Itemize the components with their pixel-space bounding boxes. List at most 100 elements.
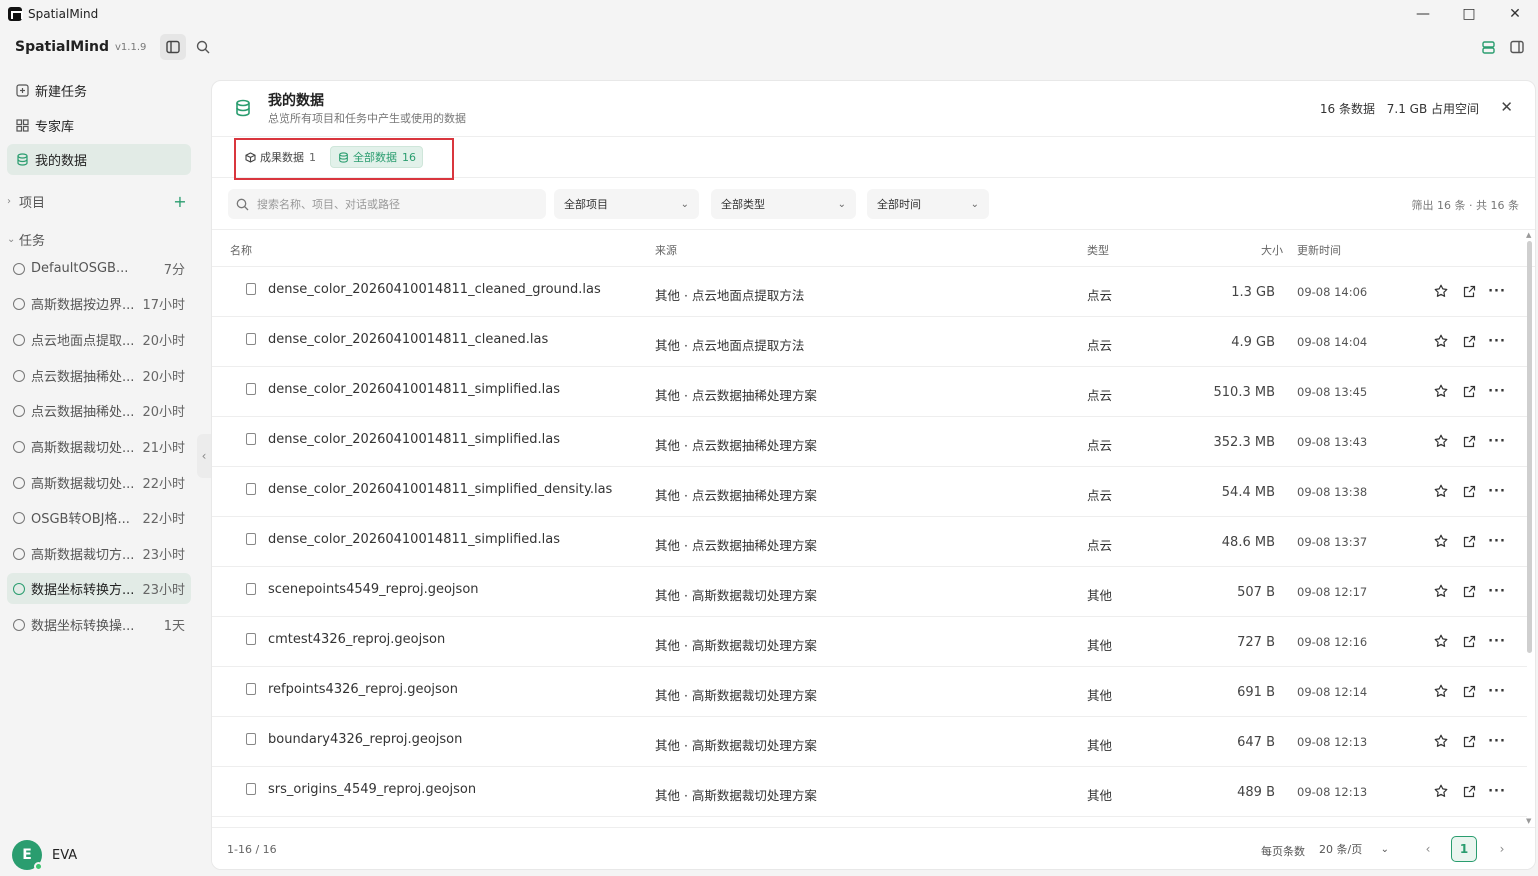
nav-my-data[interactable]: 我的数据 bbox=[7, 144, 191, 175]
open-external-icon[interactable] bbox=[1460, 632, 1478, 650]
table-row[interactable]: refpoints4326_reproj.geojson 其他 · 高斯数据裁切处… bbox=[212, 667, 1527, 717]
more-options-icon[interactable]: ··· bbox=[1488, 482, 1506, 500]
more-options-icon[interactable]: ··· bbox=[1488, 432, 1506, 450]
scroll-up-icon[interactable]: ▲ bbox=[1526, 231, 1531, 239]
table-row[interactable]: srs_origins_4549_reproj.geojson 其他 · 高斯数据… bbox=[212, 767, 1527, 817]
table-scrollbar[interactable]: ▲ ▼ bbox=[1526, 231, 1533, 825]
more-options-icon[interactable]: ··· bbox=[1488, 532, 1506, 550]
task-item[interactable]: 高斯数据裁切处... 22小时 bbox=[7, 467, 191, 498]
time-filter-select[interactable]: 全部时间 ⌄ bbox=[867, 189, 989, 219]
table-row[interactable]: cmtest4326_reproj.geojson 其他 · 高斯数据裁切处理方案… bbox=[212, 617, 1527, 667]
add-project-button[interactable]: + bbox=[171, 192, 189, 211]
next-page-button[interactable]: › bbox=[1489, 836, 1515, 862]
scrollbar-thumb[interactable] bbox=[1527, 241, 1532, 653]
star-icon[interactable] bbox=[1432, 382, 1450, 400]
section-label: 任务 bbox=[19, 233, 46, 249]
col-source[interactable]: 来源 bbox=[655, 242, 677, 258]
star-icon[interactable] bbox=[1432, 282, 1450, 300]
more-options-icon[interactable]: ··· bbox=[1488, 632, 1506, 650]
file-size: 54.4 MB bbox=[1221, 485, 1275, 500]
open-external-icon[interactable] bbox=[1460, 782, 1478, 800]
more-options-icon[interactable]: ··· bbox=[1488, 582, 1506, 600]
file-size: 48.6 MB bbox=[1221, 535, 1275, 550]
sidebar-toggle-button[interactable] bbox=[160, 34, 186, 60]
task-item[interactable]: 数据坐标转换操... 1天 bbox=[7, 609, 191, 640]
table-row[interactable]: dense_color_20260410014811_simplified.la… bbox=[212, 517, 1527, 567]
star-icon[interactable] bbox=[1432, 582, 1450, 600]
open-external-icon[interactable] bbox=[1460, 382, 1478, 400]
prev-page-button[interactable]: ‹ bbox=[1415, 836, 1441, 862]
open-external-icon[interactable] bbox=[1460, 532, 1478, 550]
data-storage-button[interactable] bbox=[1475, 34, 1501, 60]
star-icon[interactable] bbox=[1432, 632, 1450, 650]
col-size[interactable]: 大小 bbox=[1261, 242, 1283, 258]
search-input[interactable] bbox=[257, 197, 527, 211]
col-name[interactable]: 名称 bbox=[230, 242, 252, 258]
file-updated-time: 09-08 14:06 bbox=[1297, 285, 1368, 299]
per-page-select[interactable]: 20 条/页 ⌄ bbox=[1313, 836, 1397, 862]
project-filter-select[interactable]: 全部项目 ⌄ bbox=[554, 189, 699, 219]
star-icon[interactable] bbox=[1432, 432, 1450, 450]
more-options-icon[interactable]: ··· bbox=[1488, 332, 1506, 350]
file-updated-time: 09-08 12:13 bbox=[1297, 785, 1368, 799]
task-item[interactable]: 高斯数据按边界... 17小时 bbox=[7, 288, 191, 319]
section-projects[interactable]: › 项目 + bbox=[7, 189, 191, 213]
task-item[interactable]: 点云数据抽稀处... 20小时 bbox=[7, 395, 191, 426]
open-external-icon[interactable] bbox=[1460, 482, 1478, 500]
table-row[interactable]: boundary4326_reproj.geojson 其他 · 高斯数据裁切处理… bbox=[212, 717, 1527, 767]
open-external-icon[interactable] bbox=[1460, 732, 1478, 750]
task-item-active[interactable]: 数据坐标转换方... 23小时 bbox=[7, 573, 191, 604]
right-panel-toggle-button[interactable] bbox=[1504, 34, 1530, 60]
more-options-icon[interactable]: ··· bbox=[1488, 682, 1506, 700]
task-item[interactable]: 点云地面点提取... 20小时 bbox=[7, 324, 191, 355]
star-icon[interactable] bbox=[1432, 332, 1450, 350]
type-filter-select[interactable]: 全部类型 ⌄ bbox=[711, 189, 856, 219]
minimize-button[interactable]: — bbox=[1400, 0, 1446, 28]
open-external-icon[interactable] bbox=[1460, 282, 1478, 300]
task-time: 1天 bbox=[163, 619, 185, 634]
open-external-icon[interactable] bbox=[1460, 682, 1478, 700]
table-row[interactable]: dense_color_20260410014811_simplified.la… bbox=[212, 417, 1527, 467]
table-row[interactable]: dense_color_20260410014811_simplified.la… bbox=[212, 367, 1527, 417]
file-updated-time: 09-08 12:16 bbox=[1297, 635, 1368, 649]
star-icon[interactable] bbox=[1432, 532, 1450, 550]
star-icon[interactable] bbox=[1432, 732, 1450, 750]
star-icon[interactable] bbox=[1432, 482, 1450, 500]
maximize-button[interactable]: □ bbox=[1446, 0, 1492, 28]
section-label: 项目 bbox=[19, 195, 46, 211]
col-type[interactable]: 类型 bbox=[1087, 242, 1109, 258]
task-item[interactable]: OSGB转OBJ格... 22小时 bbox=[7, 502, 191, 533]
nav-expert-library[interactable]: 专家库 bbox=[7, 110, 191, 141]
more-options-icon[interactable]: ··· bbox=[1488, 282, 1506, 300]
collapse-sidebar-handle[interactable]: ‹ bbox=[197, 434, 211, 478]
more-options-icon[interactable]: ··· bbox=[1488, 782, 1506, 800]
table-row[interactable]: scenepoints4549_reproj.geojson 其他 · 高斯数据裁… bbox=[212, 567, 1527, 617]
more-options-icon[interactable]: ··· bbox=[1488, 732, 1506, 750]
star-icon[interactable] bbox=[1432, 682, 1450, 700]
open-external-icon[interactable] bbox=[1460, 432, 1478, 450]
file-source: 其他 · 高斯数据裁切处理方案 bbox=[655, 688, 817, 703]
table-row[interactable]: dense_color_20260410014811_cleaned.las 其他… bbox=[212, 317, 1527, 367]
open-external-icon[interactable] bbox=[1460, 332, 1478, 350]
task-time: 7分 bbox=[163, 263, 185, 278]
nav-new-task[interactable]: 新建任务 bbox=[7, 75, 191, 106]
task-item[interactable]: 高斯数据裁切处... 21小时 bbox=[7, 431, 191, 462]
table-row[interactable]: dense_color_20260410014811_cleaned_groun… bbox=[212, 267, 1527, 317]
user-profile[interactable]: E EVA bbox=[12, 840, 77, 871]
close-panel-button[interactable]: ✕ bbox=[1500, 98, 1513, 116]
global-search-button[interactable] bbox=[190, 34, 216, 60]
file-source: 其他 · 高斯数据裁切处理方案 bbox=[655, 788, 817, 803]
chat-icon bbox=[13, 582, 25, 595]
open-external-icon[interactable] bbox=[1460, 582, 1478, 600]
close-window-button[interactable]: ✕ bbox=[1492, 0, 1538, 28]
section-tasks[interactable]: ⌄ 任务 bbox=[7, 227, 191, 251]
star-icon[interactable] bbox=[1432, 782, 1450, 800]
more-options-icon[interactable]: ··· bbox=[1488, 382, 1506, 400]
table-row[interactable]: dense_color_20260410014811_simplified_de… bbox=[212, 467, 1527, 517]
task-item[interactable]: DefaultOSGB... 7分 bbox=[7, 253, 191, 284]
task-item[interactable]: 高斯数据裁切方... 23小时 bbox=[7, 538, 191, 569]
col-updated[interactable]: 更新时间 bbox=[1297, 242, 1341, 258]
page-number-button[interactable]: 1 bbox=[1451, 836, 1477, 862]
task-item[interactable]: 点云数据抽稀处... 20小时 bbox=[7, 360, 191, 391]
scroll-down-icon[interactable]: ▼ bbox=[1526, 817, 1531, 825]
